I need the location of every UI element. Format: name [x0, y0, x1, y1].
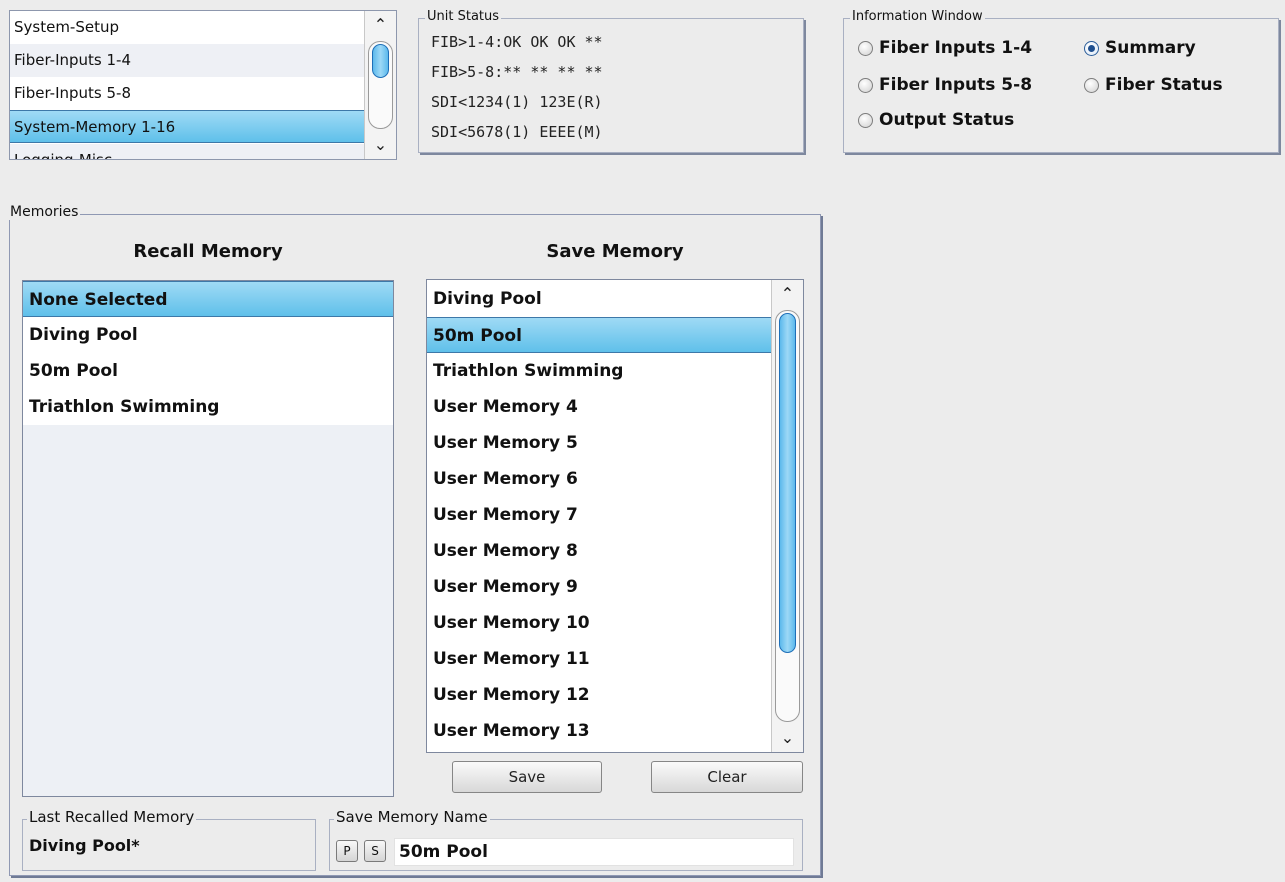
scroll-up-icon[interactable]: ⌃	[772, 280, 803, 308]
memories-title: Memories	[8, 204, 81, 220]
name-controls: P S	[336, 840, 392, 862]
save-item[interactable]: User Memory 6	[427, 461, 773, 497]
last-recalled-value: Diving Pool*	[29, 836, 140, 855]
information-window-title: Information Window	[850, 9, 985, 25]
radio-label: Fiber Status	[1105, 75, 1223, 95]
s-button[interactable]: S	[364, 840, 386, 862]
p-button[interactable]: P	[336, 840, 358, 862]
save-item[interactable]: User Memory 4	[427, 389, 773, 425]
recall-item[interactable]: Diving Pool	[23, 317, 393, 353]
recall-item[interactable]: 50m Pool	[23, 353, 393, 389]
radio-output-status[interactable]: Output Status	[858, 110, 1014, 130]
nav-item-fiber-inputs-1-4[interactable]: Fiber-Inputs 1-4	[10, 44, 366, 77]
scroll-up-icon[interactable]: ⌃	[365, 11, 396, 39]
save-item[interactable]: User Memory 5	[427, 425, 773, 461]
save-memory-name-group: Save Memory Name P S 50m Pool	[329, 809, 803, 871]
scroll-track[interactable]	[775, 310, 800, 722]
save-memory-list[interactable]: Diving Pool 50m Pool Triathlon Swimming …	[426, 279, 804, 753]
information-window-panel: Information Window Fiber Inputs 1-4 Summ…	[843, 9, 1279, 153]
save-item[interactable]: Triathlon Swimming	[427, 353, 773, 389]
status-line: FIB>1-4:OK OK OK **	[431, 33, 603, 51]
radio-icon[interactable]	[858, 77, 873, 93]
radio-label: Output Status	[879, 110, 1015, 130]
status-line: SDI<5678(1) EEEE(M)	[431, 123, 603, 141]
save-item[interactable]: User Memory 13	[427, 713, 773, 749]
radio-icon[interactable]	[1084, 77, 1099, 93]
save-item[interactable]: User Memory 8	[427, 533, 773, 569]
last-recalled-memory-group: Last Recalled Memory Diving Pool*	[22, 809, 316, 871]
save-memory-heading: Save Memory	[546, 241, 684, 262]
unit-status-panel: Unit Status FIB>1-4:OK OK OK ** FIB>5-8:…	[418, 9, 804, 153]
nav-item-system-memory[interactable]: System-Memory 1-16	[10, 110, 366, 143]
clear-button[interactable]: Clear	[651, 761, 803, 793]
nav-scrollbar[interactable]: ⌃ ⌄	[364, 11, 396, 159]
radio-label: Summary	[1105, 38, 1196, 58]
section-list: System-Setup Fiber-Inputs 1-4 Fiber-Inpu…	[9, 10, 397, 160]
recall-item[interactable]: Triathlon Swimming	[23, 389, 393, 425]
scroll-down-icon[interactable]: ⌄	[365, 131, 396, 159]
radio-summary[interactable]: Summary	[1084, 38, 1196, 58]
save-item[interactable]: User Memory 12	[427, 677, 773, 713]
scroll-thumb[interactable]	[779, 313, 796, 653]
recall-memory-list[interactable]: None Selected Diving Pool 50m Pool Triat…	[22, 280, 394, 797]
radio-icon[interactable]	[858, 40, 873, 56]
radio-label: Fiber Inputs 5-8	[879, 75, 1033, 95]
unit-status-title: Unit Status	[425, 9, 502, 25]
radio-fiber-inputs-1-4[interactable]: Fiber Inputs 1-4	[858, 38, 1032, 58]
nav-item-logging-misc[interactable]: Logging-Misc	[10, 144, 366, 159]
save-item[interactable]: User Memory 10	[427, 605, 773, 641]
save-item[interactable]: User Memory 9	[427, 569, 773, 605]
scroll-track[interactable]	[368, 41, 393, 129]
save-item[interactable]: User Memory 7	[427, 497, 773, 533]
save-memory-name-title: Save Memory Name	[334, 808, 490, 826]
save-button[interactable]: Save	[452, 761, 602, 793]
status-line: SDI<1234(1) 123E(R)	[431, 93, 603, 111]
scroll-thumb[interactable]	[372, 44, 389, 78]
scroll-down-icon[interactable]: ⌄	[772, 724, 803, 752]
save-item[interactable]: Diving Pool	[427, 281, 773, 317]
recall-item-none-selected[interactable]: None Selected	[23, 281, 393, 317]
nav-item-fiber-inputs-5-8[interactable]: Fiber-Inputs 5-8	[10, 77, 366, 110]
last-recalled-title: Last Recalled Memory	[27, 808, 197, 826]
radio-fiber-status[interactable]: Fiber Status	[1084, 75, 1223, 95]
save-item-selected[interactable]: 50m Pool	[427, 317, 773, 353]
memories-panel: Memories Recall Memory Save Memory None …	[8, 204, 821, 876]
memory-name-input[interactable]: 50m Pool	[394, 838, 794, 866]
radio-fiber-inputs-5-8[interactable]: Fiber Inputs 5-8	[858, 75, 1032, 95]
radio-icon[interactable]	[858, 112, 873, 128]
radio-checked-icon[interactable]	[1084, 40, 1099, 56]
radio-label: Fiber Inputs 1-4	[879, 38, 1033, 58]
status-line: FIB>5-8:** ** ** **	[431, 63, 603, 81]
recall-memory-heading: Recall Memory	[133, 241, 283, 262]
nav-item-system-setup[interactable]: System-Setup	[10, 11, 366, 44]
save-list-scrollbar[interactable]: ⌃ ⌄	[771, 280, 803, 752]
save-item[interactable]: User Memory 11	[427, 641, 773, 677]
